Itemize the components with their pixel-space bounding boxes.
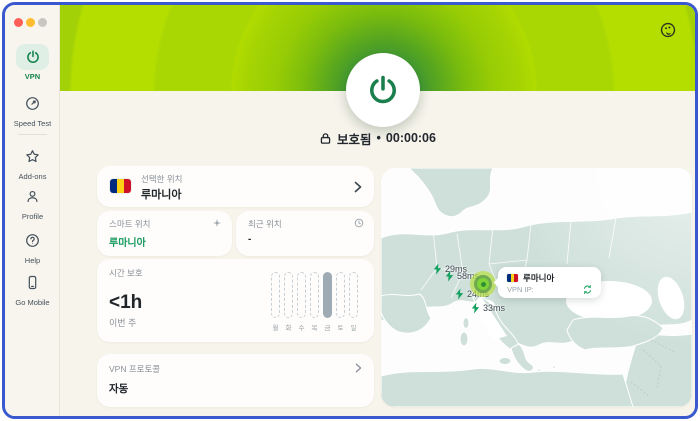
app-window: { "window": { "traffic_lights": ["close"… (0, 0, 700, 421)
time-protected-value: <1h (109, 292, 143, 313)
day-label: 일 (350, 325, 357, 332)
selected-location-value: 루마니아 (141, 189, 182, 201)
day-label: 월 (272, 325, 279, 332)
sidebar: VPN Speed Test Add-ons Profile Help Go M… (5, 5, 60, 416)
selected-location-label: 선택한 위치 (141, 174, 183, 184)
connection-tooltip: 루마니아 VPN IP: (498, 267, 601, 298)
weekly-bar-column: 월 (271, 272, 280, 332)
tooltip-country: 루마니아 (523, 273, 555, 283)
sidebar-item-label: VPN (24, 72, 41, 81)
weekly-bar (336, 272, 345, 318)
weekly-bar-column: 화 (284, 272, 293, 332)
weekly-bar (310, 272, 319, 318)
sidebar-item-label: Help (24, 255, 41, 265)
recent-location-value: - (248, 234, 252, 245)
lock-icon (320, 132, 331, 144)
power-icon (16, 44, 49, 70)
smart-location-value: 루마니아 (109, 238, 146, 249)
smart-location-card[interactable]: 스마트 위치 루마니아 (97, 211, 232, 256)
day-label: 화 (285, 325, 292, 332)
star-icon (16, 143, 49, 169)
time-protected-label: 시간 보호 (109, 268, 143, 278)
selected-location-card[interactable]: 선택한 위치 루마니아 (97, 166, 374, 207)
traffic-lights (14, 18, 47, 27)
chevron-right-icon (354, 181, 362, 192)
zoom-button[interactable] (38, 18, 47, 27)
sidebar-item-add-ons[interactable]: Add-ons (5, 143, 60, 181)
palette-icon[interactable] (659, 21, 677, 39)
time-protected-subtitle: 이번 주 (109, 318, 137, 328)
smart-location-label: 스마트 위치 (109, 219, 151, 229)
day-label: 토 (337, 325, 344, 332)
sidebar-item-speed-test[interactable]: Speed Test (5, 90, 60, 128)
phone-icon (16, 269, 49, 295)
weekly-bar-column: 일 (349, 272, 358, 332)
recent-location-card[interactable]: 최근 위치 - (236, 211, 374, 256)
day-label: 목 (311, 325, 318, 332)
weekly-bar (271, 272, 280, 318)
minimize-button[interactable] (26, 18, 35, 27)
tooltip-ip-label: VPN IP: (507, 285, 534, 294)
person-icon (16, 183, 49, 209)
sidebar-item-vpn[interactable]: VPN (5, 44, 60, 81)
ping-marker[interactable]: 33ms (470, 302, 505, 314)
sidebar-item-label: Profile (21, 211, 44, 221)
sidebar-divider (18, 134, 47, 135)
recent-location-label: 최근 위치 (248, 219, 282, 229)
status-label: 보호됨 (337, 132, 372, 147)
sparkle-icon (213, 219, 221, 227)
connected-location-marker[interactable] (477, 278, 489, 290)
day-label: 수 (298, 325, 305, 332)
connect-power-button[interactable] (346, 53, 420, 127)
ping-marker[interactable]: 58ms (444, 270, 479, 282)
sidebar-item-profile[interactable]: Profile (5, 183, 60, 221)
weekly-bar-column: 수 (297, 272, 306, 332)
ping-label: 24ms (467, 289, 490, 299)
sidebar-item-go-mobile[interactable]: Go Mobile (5, 269, 60, 307)
weekly-bar-column: 금 (323, 272, 332, 332)
connection-status: 보호됨 • 00:00:06 (60, 129, 695, 147)
close-button[interactable] (14, 18, 23, 27)
vpn-app-window: VPN Speed Test Add-ons Profile Help Go M… (2, 2, 698, 419)
lightning-icon (445, 270, 454, 282)
lightning-icon (455, 288, 464, 300)
status-timer: 00:00:06 (385, 131, 436, 145)
sidebar-item-label: Add-ons (18, 171, 47, 181)
weekly-bar (297, 272, 306, 318)
weekly-bar (349, 272, 358, 318)
romania-flag (507, 274, 518, 282)
vpn-protocol-label: VPN 프로토콜 (109, 364, 161, 374)
sidebar-item-help[interactable]: Help (5, 227, 60, 265)
sidebar-item-label: Speed Test (13, 118, 52, 128)
map-card: 29ms 58ms 24ms 33ms 루마니아 VPN IP: (381, 168, 692, 407)
chevron-right-icon (355, 363, 362, 373)
weekly-bar-active (323, 272, 332, 318)
weekly-bar-column: 토 (336, 272, 345, 332)
weekly-bar-column: 목 (310, 272, 319, 332)
clock-icon (354, 218, 364, 228)
vpn-protocol-value: 자동 (109, 383, 129, 395)
romania-flag (110, 179, 131, 193)
lightning-icon (471, 302, 480, 314)
weekly-bar (284, 272, 293, 318)
lightning-icon (433, 263, 442, 275)
refresh-icon[interactable] (582, 284, 593, 295)
status-separator: • (376, 131, 381, 145)
ping-label: 33ms (483, 303, 506, 313)
sidebar-item-label: Go Mobile (15, 297, 50, 307)
weekly-bars: 월화수목금토일 (271, 272, 358, 332)
day-label: 금 (324, 325, 331, 332)
time-protected-card: 시간 보호 <1h 이번 주 월화수목금토일 (97, 259, 374, 342)
vpn-protocol-card[interactable]: VPN 프로토콜 자동 (97, 354, 374, 407)
ping-label: 58ms (457, 271, 480, 281)
help-icon (16, 227, 49, 253)
speedometer-icon (16, 90, 49, 116)
